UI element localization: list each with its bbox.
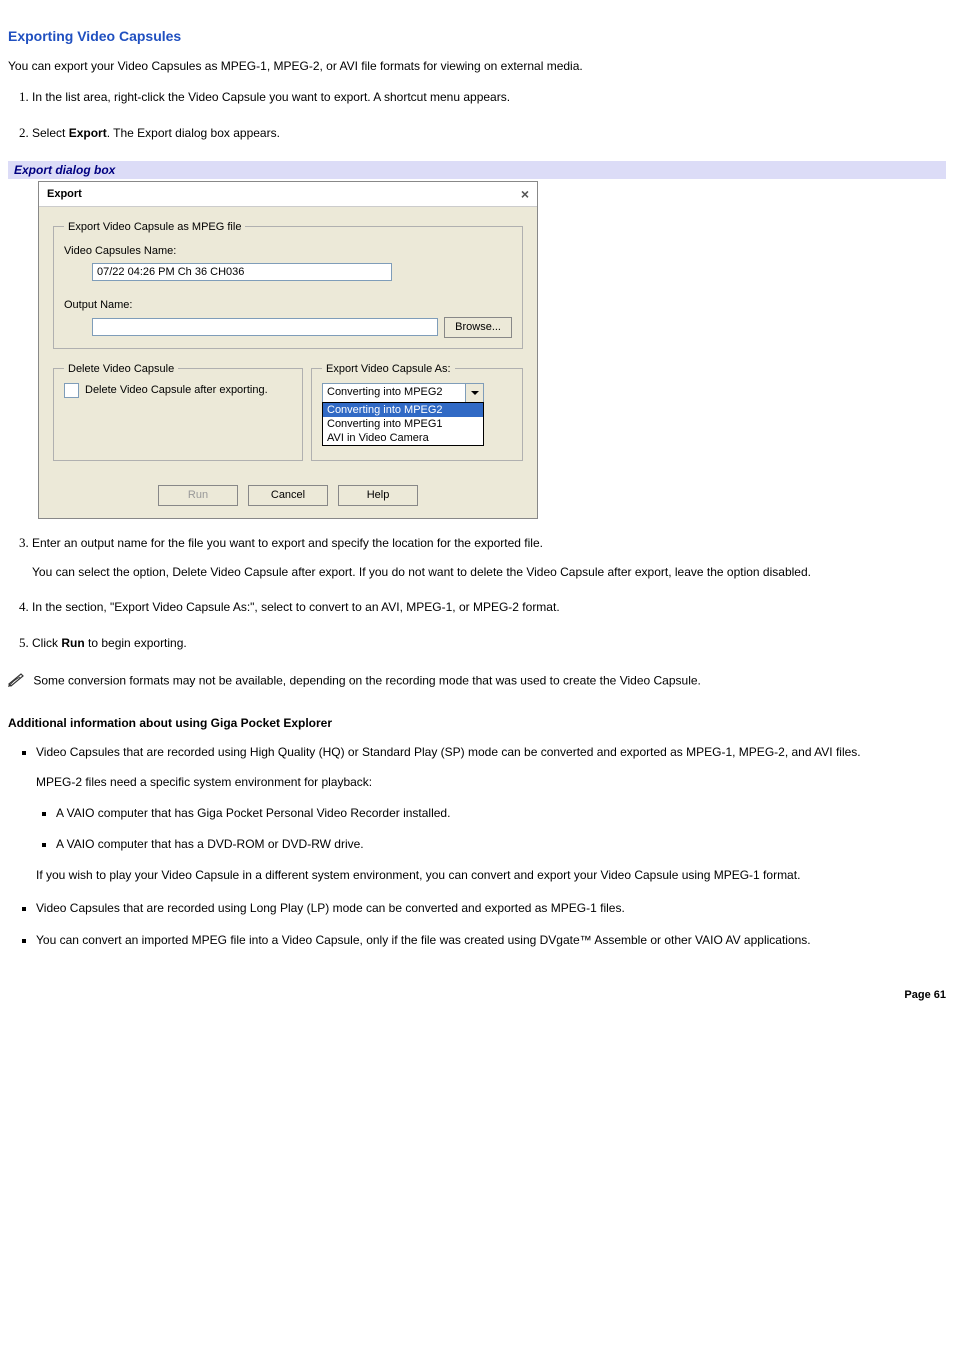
step-3-text-a: Enter an output name for the file you wa… <box>32 536 543 550</box>
intro-paragraph: You can export your Video Capsules as MP… <box>8 58 946 75</box>
note-paragraph: Some conversion formats may not be avail… <box>8 671 946 692</box>
step-4: In the section, "Export Video Capsule As… <box>32 599 946 615</box>
chevron-down-icon[interactable] <box>465 384 483 403</box>
fieldset-export-legend: Export Video Capsule as MPEG file <box>64 221 245 233</box>
step-2: Select Export. The Export dialog box app… <box>32 125 946 141</box>
output-name-input[interactable] <box>92 318 438 336</box>
step-3-text-b: You can select the option, Delete Video … <box>32 565 946 579</box>
delete-checkbox-label: Delete Video Capsule after exporting. <box>85 384 268 396</box>
video-capsule-name-input[interactable] <box>92 263 392 281</box>
bullet-1-text-a: Video Capsules that are recorded using H… <box>36 745 861 759</box>
step-4-text: In the section, "Export Video Capsule As… <box>32 600 560 614</box>
combo-option-mpeg2[interactable]: Converting into MPEG2 <box>323 403 483 417</box>
sub-bullet-2: A VAIO computer that has a DVD-ROM or DV… <box>56 836 946 853</box>
fieldset-delete-legend: Delete Video Capsule <box>64 363 178 375</box>
combo-option-mpeg1[interactable]: Converting into MPEG1 <box>323 417 483 431</box>
cancel-button[interactable]: Cancel <box>248 485 328 506</box>
help-button[interactable]: Help <box>338 485 418 506</box>
step-5-bold: Run <box>61 636 84 650</box>
delete-checkbox[interactable] <box>64 383 79 398</box>
export-dialog: Export × Export Video Capsule as MPEG fi… <box>38 181 538 519</box>
step-1: In the list area, right-click the Video … <box>32 89 946 105</box>
additional-info-heading: Additional information about using Giga … <box>8 716 946 730</box>
note-text: Some conversion formats may not be avail… <box>33 673 701 687</box>
bullet-3: You can convert an imported MPEG file in… <box>36 932 946 949</box>
label-output-name: Output Name: <box>64 299 512 311</box>
fieldset-export-as-legend: Export Video Capsule As: <box>322 363 455 375</box>
step-1-text: In the list area, right-click the Video … <box>32 90 510 104</box>
dialog-titlebar[interactable]: Export × <box>39 182 537 207</box>
note-icon <box>8 671 26 692</box>
run-button[interactable]: Run <box>158 485 238 506</box>
label-video-capsule-name: Video Capsules Name: <box>64 245 512 257</box>
step-5-text-a: Click <box>32 636 61 650</box>
bullet-1: Video Capsules that are recorded using H… <box>36 744 946 884</box>
fieldset-export-as: Export Video Capsule As: Converting into… <box>311 363 523 461</box>
bullet-1-text-c: If you wish to play your Video Capsule i… <box>36 867 946 884</box>
step-2-bold: Export <box>69 126 107 140</box>
close-icon[interactable]: × <box>521 186 529 202</box>
browse-button[interactable]: Browse... <box>444 317 512 338</box>
bullet-2: Video Capsules that are recorded using L… <box>36 900 946 917</box>
step-2-text-a: Select <box>32 126 69 140</box>
combo-option-avi[interactable]: AVI in Video Camera <box>323 431 483 445</box>
fieldset-export-mpeg: Export Video Capsule as MPEG file Video … <box>53 221 523 349</box>
step-2-text-c: . The Export dialog box appears. <box>107 126 280 140</box>
combobox-value: Converting into MPEG2 <box>323 384 465 403</box>
step-5: Click Run to begin exporting. <box>32 635 946 651</box>
sub-bullet-1: A VAIO computer that has Giga Pocket Per… <box>56 805 946 822</box>
dialog-title: Export <box>47 188 82 200</box>
step-5-text-c: to begin exporting. <box>85 636 187 650</box>
combobox-dropdown: Converting into MPEG2 Converting into MP… <box>322 402 484 446</box>
fieldset-delete: Delete Video Capsule Delete Video Capsul… <box>53 363 303 461</box>
step-3: Enter an output name for the file you wa… <box>32 535 946 579</box>
bullet-1-text-b: MPEG-2 files need a specific system envi… <box>36 774 946 791</box>
page-number: Page 61 <box>8 989 946 1001</box>
figure-caption: Export dialog box <box>8 161 946 179</box>
section-heading: Exporting Video Capsules <box>8 28 946 44</box>
export-format-combobox[interactable]: Converting into MPEG2 Converting into MP… <box>322 383 484 404</box>
